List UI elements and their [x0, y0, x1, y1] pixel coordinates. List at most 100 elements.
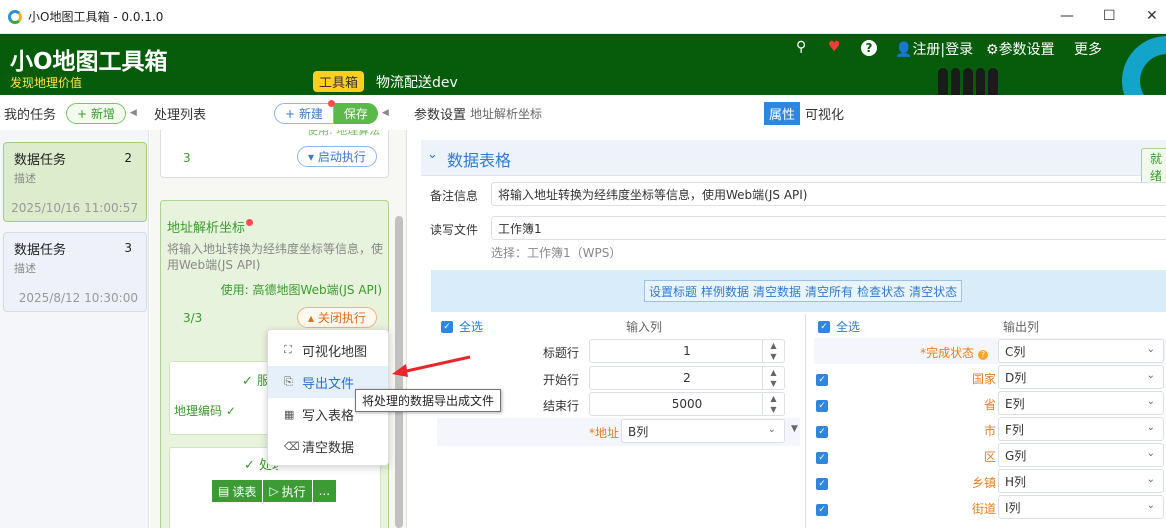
menu-item-visual-map[interactable]: ⛶ 可视化地图: [268, 334, 388, 366]
city-column-select[interactable]: F列 ⌄: [998, 417, 1164, 441]
info-icon[interactable]: ?: [978, 350, 988, 360]
tasks-header: 我的任务 + 新增 ◀: [0, 96, 149, 130]
start-run-button[interactable]: ▾ 启动执行: [297, 146, 377, 167]
street-checkbox[interactable]: ✓: [816, 501, 828, 516]
end-row-input[interactable]: 5000 ▲ ▼: [589, 392, 785, 416]
status-label: *完成状态 ?: [888, 344, 988, 361]
menu-item-clear-data[interactable]: ⌫ 清空数据: [268, 430, 388, 462]
table-icon: ▦: [284, 407, 295, 421]
clear-status-button[interactable]: 清空状态: [907, 283, 959, 300]
process-card-clip: 使用: 地理算法: [307, 130, 381, 137]
clear-data-button[interactable]: 清空数据: [751, 283, 803, 300]
sample-data-button[interactable]: 样例数据: [699, 283, 751, 300]
team-photo: [938, 68, 998, 95]
city-label: 市: [983, 424, 996, 438]
chevron-down-icon: ⌄: [1146, 422, 1155, 433]
province-column-select[interactable]: E列 ⌄: [998, 391, 1164, 415]
heart-icon[interactable]: ♥: [828, 39, 841, 55]
export-icon: ⎘: [284, 375, 293, 388]
more-actions-button[interactable]: ...: [312, 480, 337, 502]
country-label: 国家: [971, 372, 996, 386]
chevron-down-icon: ⌄: [1146, 370, 1155, 381]
title-row-input[interactable]: 1 ▲ ▼: [589, 339, 785, 363]
app-logo-icon: [8, 9, 22, 24]
stop-run-button[interactable]: ▴ 关闭执行: [297, 307, 377, 328]
help-icon[interactable]: ?: [861, 40, 877, 56]
stepper-icon[interactable]: ▲ ▼: [762, 340, 784, 362]
task-card[interactable]: 数据任务 2 描述 2025/10/16 11:00:57: [3, 142, 147, 222]
street-label: 街道: [971, 502, 996, 516]
read-table-button[interactable]: ▤ 读表: [212, 480, 263, 502]
output-select-all[interactable]: ✓ 全选: [818, 318, 860, 335]
service-title: ✓ 服: [242, 374, 271, 389]
task-desc: 描述: [14, 172, 36, 185]
country-column-select[interactable]: D列 ⌄: [998, 365, 1164, 389]
stepper-icon[interactable]: ▲ ▼: [762, 393, 784, 415]
brand-slogan: 发现地理价值: [10, 76, 83, 90]
close-icon[interactable]: ✕: [1146, 8, 1158, 24]
collapse-mid-icon[interactable]: ◀: [382, 108, 389, 118]
set-title-button[interactable]: 设置标题: [647, 283, 699, 300]
district-column-select[interactable]: G列 ⌄: [998, 443, 1164, 467]
tab-visualization[interactable]: 可视化: [805, 104, 844, 123]
user-icon: 👤: [895, 42, 913, 58]
chevron-down-icon: ⌄: [1146, 396, 1155, 407]
export-tooltip: 将处理的数据导出成文件: [355, 389, 502, 412]
city-checkbox[interactable]: ✓: [816, 423, 828, 438]
district-checkbox[interactable]: ✓: [816, 449, 828, 464]
geocode-row: 地理编码 ✓: [174, 404, 236, 418]
save-button[interactable]: 保存: [327, 99, 378, 124]
province-label: 省: [983, 398, 996, 412]
province-checkbox[interactable]: ✓: [816, 397, 828, 412]
run-button[interactable]: ▷ 执行: [263, 480, 312, 502]
user-settings-icon[interactable]: ⚲: [796, 39, 806, 55]
settings-link[interactable]: ⚙参数设置: [986, 39, 1055, 59]
town-column-select[interactable]: H列 ⌄: [998, 469, 1164, 493]
unsaved-dot: [327, 99, 335, 107]
chevron-down-icon: ⌄: [1146, 448, 1155, 459]
process-card-desc: 将输入地址转换为经纬度坐标等信息，使用Web端(JS API): [167, 242, 384, 272]
task-desc: 描述: [14, 262, 36, 275]
address-column-select[interactable]: B列 ⌄: [621, 419, 785, 443]
stepper-icon[interactable]: ▲ ▼: [762, 367, 784, 389]
section-header[interactable]: ⌄ 数据表格 就绪: [421, 140, 1166, 186]
check-status-button[interactable]: 检查状态: [855, 283, 907, 300]
status-chip[interactable]: 就绪: [1141, 148, 1166, 186]
task-count: 3: [124, 241, 132, 255]
task-card[interactable]: 数据任务 3 描述 2025/8/12 10:30:00: [3, 232, 147, 312]
task-date: 2025/10/16 11:00:57: [11, 201, 138, 215]
process-card[interactable]: 使用: 地理算法 3 ▾ 启动执行: [160, 130, 389, 178]
chevron-down-icon: ⌄: [1146, 500, 1155, 511]
chevron-down-icon: ⌄: [427, 147, 438, 162]
task-count: 2: [124, 151, 132, 165]
params-subtitle: 地址解析坐标: [470, 106, 543, 121]
new-process-button[interactable]: + 新建: [274, 102, 334, 124]
town-checkbox[interactable]: ✓: [816, 475, 828, 490]
minimize-icon[interactable]: —: [1060, 8, 1074, 24]
start-row-input[interactable]: 2 ▲ ▼: [589, 366, 785, 390]
eraser-icon: ⌫: [284, 439, 300, 453]
street-column-select[interactable]: I列 ⌄: [998, 495, 1164, 519]
map-icon: ⛶: [284, 343, 292, 356]
workbook-select[interactable]: 工作簿1: [491, 216, 1166, 240]
status-column-select[interactable]: C列 ⌄: [998, 339, 1164, 363]
dropdown-arrow-icon[interactable]: ▼: [791, 424, 798, 434]
task-name: 数据任务: [14, 153, 67, 168]
address-label: *地址: [588, 426, 619, 440]
start-row-label: 开始行: [542, 373, 579, 387]
maximize-icon[interactable]: ☐: [1103, 8, 1116, 24]
note-input[interactable]: 将输入地址转换为经纬度坐标等信息，使用Web端(JS API): [491, 182, 1166, 206]
gear-icon: ⚙: [986, 42, 999, 58]
input-select-all[interactable]: ✓ 全选: [441, 318, 483, 335]
collapse-left-icon[interactable]: ◀: [130, 108, 137, 118]
window-title: 小O地图工具箱 - 0.0.1.0: [28, 10, 164, 24]
toolbox-tag: 工具箱: [313, 71, 365, 92]
add-task-button[interactable]: + 新增: [66, 102, 126, 124]
process-header: 处理列表 + 新建 保存 ◀: [150, 96, 407, 130]
tab-attributes[interactable]: 属性: [764, 101, 801, 125]
brand-title: 小O地图工具箱: [10, 49, 168, 75]
clear-all-button[interactable]: 清空所有: [803, 283, 855, 300]
country-checkbox[interactable]: ✓: [816, 371, 828, 386]
login-link[interactable]: 👤注册|登录: [895, 39, 973, 59]
more-link[interactable]: 更多: [1074, 39, 1102, 59]
